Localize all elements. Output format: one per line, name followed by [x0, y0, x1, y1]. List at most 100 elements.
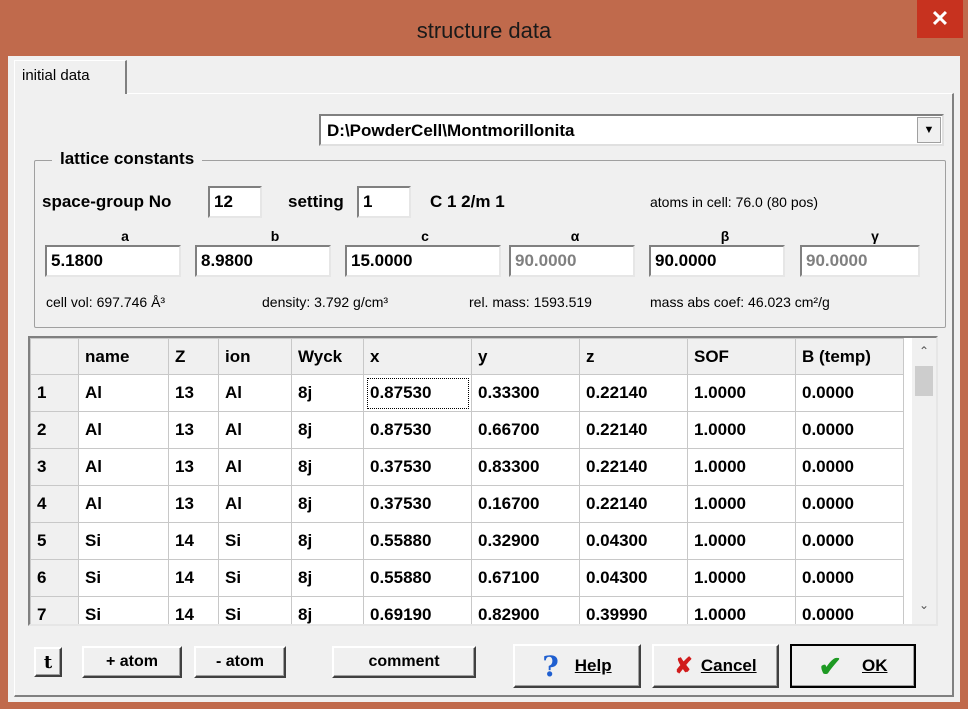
- remove-atom-button[interactable]: - atom: [194, 646, 286, 678]
- table-cell[interactable]: 0.0000: [795, 411, 904, 449]
- row-number[interactable]: 5: [30, 522, 79, 560]
- table-cell[interactable]: 0.0000: [795, 522, 904, 560]
- table-cell[interactable]: Si: [78, 522, 169, 560]
- text-tool-button[interactable]: t: [34, 647, 62, 677]
- tab-initial-data[interactable]: initial data: [14, 60, 127, 94]
- table-cell[interactable]: 0.83300: [471, 448, 580, 486]
- table-cell[interactable]: 1.0000: [687, 596, 796, 624]
- cancel-button[interactable]: ✘ Cancel: [652, 644, 779, 688]
- table-cell[interactable]: 0.0000: [795, 596, 904, 624]
- row-number[interactable]: 4: [30, 485, 79, 523]
- table-cell[interactable]: Al: [78, 485, 169, 523]
- table-cell[interactable]: 8j: [291, 522, 364, 560]
- row-number[interactable]: 7: [30, 596, 79, 624]
- atoms-in-cell: atoms in cell: 76.0 (80 pos): [650, 194, 819, 210]
- table-cell[interactable]: Si: [78, 559, 169, 597]
- atom-table[interactable]: name Z ion Wyck x y z SOF B (temp) 1 Al …: [28, 336, 938, 626]
- lattice-gamma-input[interactable]: 90.0000: [800, 245, 920, 277]
- table-cell[interactable]: 0.22140: [579, 411, 688, 449]
- lattice-b-input[interactable]: 8.9800: [195, 245, 331, 277]
- table-cell[interactable]: 0.04300: [579, 559, 688, 597]
- table-cell[interactable]: 0.66700: [471, 411, 580, 449]
- lattice-a-input[interactable]: 5.1800: [45, 245, 181, 277]
- table-cell[interactable]: 0.0000: [795, 374, 904, 412]
- table-cell[interactable]: Si: [78, 596, 169, 624]
- table-cell[interactable]: 0.55880: [363, 522, 472, 560]
- row-number[interactable]: 3: [30, 448, 79, 486]
- cancel-label: Cancel: [700, 656, 757, 675]
- add-atom-button[interactable]: + atom: [82, 646, 182, 678]
- table-cell[interactable]: 8j: [291, 411, 364, 449]
- table-cell[interactable]: 1.0000: [687, 411, 796, 449]
- lattice-beta-input[interactable]: 90.0000: [649, 245, 785, 277]
- title-bar[interactable]: structure data ✕: [0, 0, 968, 56]
- file-path-select[interactable]: D:\PowderCell\Montmorillonita ▼: [319, 114, 944, 146]
- help-icon: ?: [542, 649, 559, 683]
- table-cell[interactable]: 0.0000: [795, 448, 904, 486]
- lattice-alpha-input[interactable]: 90.0000: [509, 245, 635, 277]
- scroll-thumb[interactable]: [915, 366, 933, 396]
- table-cell[interactable]: Al: [78, 374, 169, 412]
- table-cell[interactable]: 8j: [291, 485, 364, 523]
- cell-volume: cell vol: 697.746 Å³: [46, 294, 166, 310]
- table-cell-selected[interactable]: 0.87530: [363, 374, 472, 412]
- row-number[interactable]: 6: [30, 559, 79, 597]
- table-cell[interactable]: 0.67100: [471, 559, 580, 597]
- table-cell[interactable]: Al: [218, 411, 292, 449]
- table-cell[interactable]: 0.22140: [579, 374, 688, 412]
- table-cell[interactable]: Al: [218, 485, 292, 523]
- setting-input[interactable]: 1: [357, 186, 411, 218]
- table-cell[interactable]: 13: [168, 448, 219, 486]
- table-cell[interactable]: Al: [78, 448, 169, 486]
- table-cell[interactable]: 8j: [291, 374, 364, 412]
- help-button[interactable]: ? Help: [513, 644, 641, 688]
- lattice-c-header: c: [421, 228, 429, 244]
- space-group-input[interactable]: 12: [208, 186, 262, 218]
- table-cell[interactable]: 8j: [291, 448, 364, 486]
- table-cell[interactable]: 0.87530: [363, 411, 472, 449]
- scroll-up-icon[interactable]: ⌃: [912, 344, 936, 366]
- ok-button[interactable]: ✔ OK: [790, 644, 916, 688]
- scroll-down-icon[interactable]: ⌄: [912, 598, 936, 620]
- table-cell[interactable]: 8j: [291, 596, 364, 624]
- table-cell[interactable]: 0.33300: [471, 374, 580, 412]
- table-cell[interactable]: 0.69190: [363, 596, 472, 624]
- table-cell[interactable]: 1.0000: [687, 448, 796, 486]
- lattice-c-input[interactable]: 15.0000: [345, 245, 501, 277]
- table-cell[interactable]: Al: [218, 374, 292, 412]
- table-cell[interactable]: 0.22140: [579, 485, 688, 523]
- table-cell[interactable]: 13: [168, 485, 219, 523]
- table-cell[interactable]: 1.0000: [687, 485, 796, 523]
- table-cell[interactable]: 1.0000: [687, 559, 796, 597]
- row-number[interactable]: 2: [30, 411, 79, 449]
- row-number[interactable]: 1: [30, 374, 79, 412]
- table-cell[interactable]: 0.0000: [795, 485, 904, 523]
- comment-button[interactable]: comment: [332, 646, 476, 678]
- table-cell[interactable]: Al: [218, 448, 292, 486]
- table-cell[interactable]: 0.39990: [579, 596, 688, 624]
- table-cell[interactable]: Si: [218, 522, 292, 560]
- table-cell[interactable]: 13: [168, 374, 219, 412]
- dropdown-arrow-icon[interactable]: ▼: [917, 117, 941, 143]
- table-cell[interactable]: 1.0000: [687, 374, 796, 412]
- table-cell[interactable]: 1.0000: [687, 522, 796, 560]
- table-cell[interactable]: 0.82900: [471, 596, 580, 624]
- table-cell[interactable]: 8j: [291, 559, 364, 597]
- table-cell[interactable]: Si: [218, 559, 292, 597]
- table-cell[interactable]: 13: [168, 411, 219, 449]
- table-cell[interactable]: 14: [168, 596, 219, 624]
- table-cell[interactable]: 0.04300: [579, 522, 688, 560]
- table-cell[interactable]: 0.16700: [471, 485, 580, 523]
- table-cell[interactable]: 0.37530: [363, 448, 472, 486]
- table-cell[interactable]: Si: [218, 596, 292, 624]
- table-cell[interactable]: 0.37530: [363, 485, 472, 523]
- close-button[interactable]: ✕: [917, 0, 963, 38]
- table-cell[interactable]: 14: [168, 559, 219, 597]
- table-cell[interactable]: 14: [168, 522, 219, 560]
- table-cell[interactable]: Al: [78, 411, 169, 449]
- table-cell[interactable]: 0.0000: [795, 559, 904, 597]
- table-cell[interactable]: 0.55880: [363, 559, 472, 597]
- table-cell[interactable]: 0.32900: [471, 522, 580, 560]
- table-scrollbar[interactable]: ⌃ ⌄: [912, 338, 936, 624]
- table-cell[interactable]: 0.22140: [579, 448, 688, 486]
